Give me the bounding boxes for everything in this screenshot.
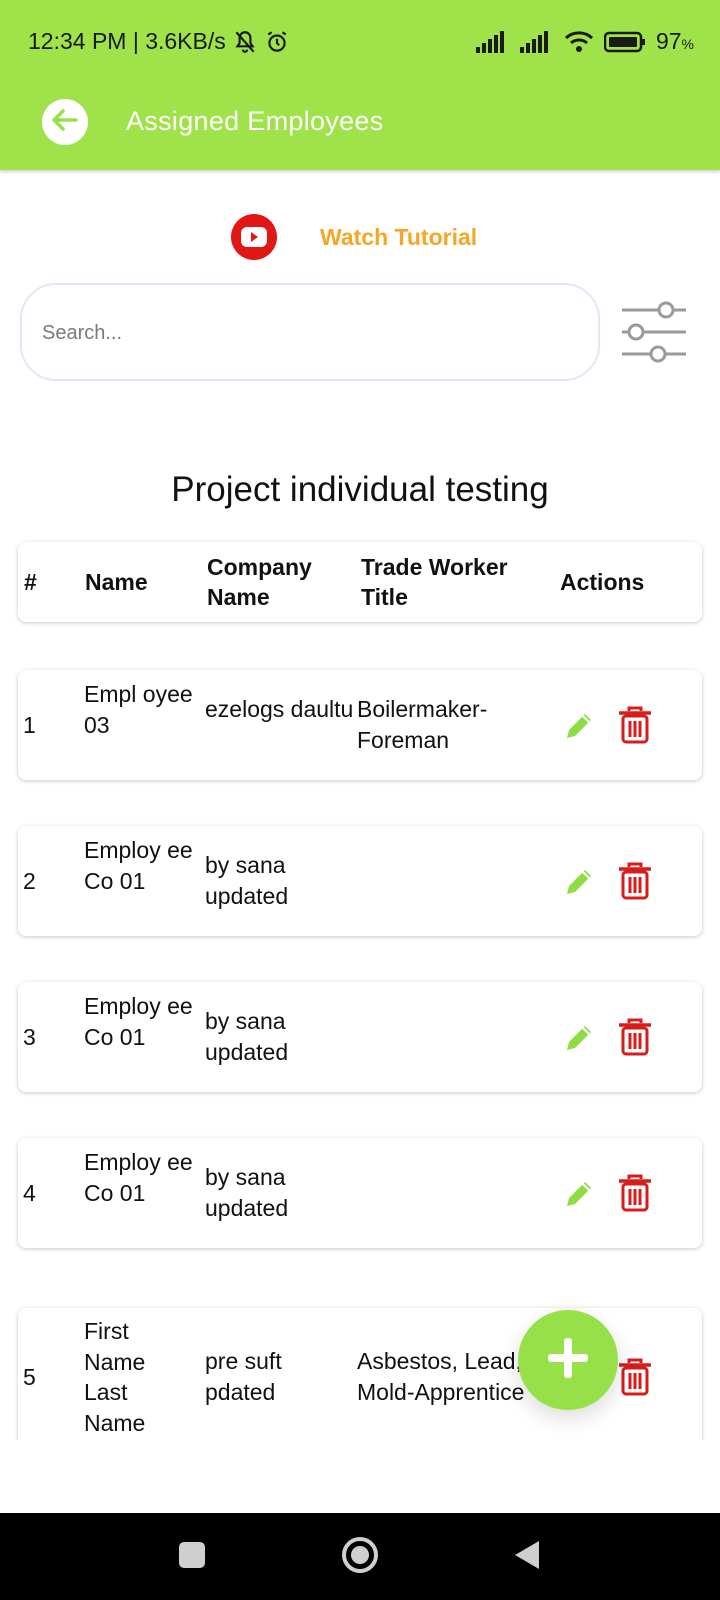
row-name: First Name Last Name [84, 1318, 146, 1436]
row-company: ezelogs daultu [205, 696, 354, 722]
row-company: by sana updated [205, 1008, 289, 1065]
page-title: Assigned Employees [126, 106, 384, 136]
table-row: 4 Employ ee Co 01 by sana updated [18, 1138, 702, 1248]
home-button[interactable] [338, 1535, 382, 1579]
watch-tutorial-label: Watch Tutorial [320, 223, 478, 250]
status-time: 12:34 PM | 3.6KB/s [28, 28, 226, 54]
delete-button[interactable] [618, 1018, 652, 1056]
row-company: pre suft pdated [205, 1348, 282, 1405]
home-circle-icon [340, 1535, 380, 1580]
row-company: by sana updated [205, 1164, 289, 1221]
row-num: 1 [23, 712, 36, 738]
plus-icon [546, 1336, 590, 1385]
status-right: 97% [475, 28, 694, 55]
employee-list: 1 Empl oyee 03 ezelogs daultu Boilermake… [0, 660, 720, 1440]
wifi-icon [564, 30, 594, 54]
system-nav-bar [0, 1513, 720, 1600]
row-num: 3 [23, 1024, 36, 1050]
header-name: Name [85, 569, 148, 595]
search-box [20, 283, 600, 381]
delete-button[interactable] [618, 706, 652, 744]
row-num: 5 [23, 1364, 36, 1390]
battery-level: 97% [655, 28, 694, 54]
header-num: # [24, 569, 37, 595]
project-title: Project individual testing [171, 470, 549, 509]
pencil-icon [561, 1026, 597, 1060]
youtube-icon [231, 214, 277, 260]
table-row: 2 Employ ee Co 01 by sana updated [18, 826, 702, 936]
pencil-icon [561, 870, 597, 904]
signal-icon [475, 30, 510, 53]
alarm-icon [264, 29, 290, 55]
battery-icon [603, 31, 646, 53]
header-company: Company Name [207, 554, 312, 610]
row-name: Employ ee Co 01 [84, 1149, 193, 1206]
table-row: 1 Empl oyee 03 ezelogs daultu Boilermake… [18, 670, 702, 780]
status-bar: 12:34 PM | 3.6KB/s 97% [0, 0, 720, 84]
delete-button[interactable] [618, 862, 652, 900]
signal-icon-2 [519, 30, 554, 53]
row-num: 2 [23, 868, 36, 894]
delete-button[interactable] [618, 1358, 652, 1396]
square-icon [178, 1541, 206, 1574]
trash-icon [618, 1174, 652, 1216]
delete-button[interactable] [618, 1174, 652, 1212]
back-nav-button[interactable] [506, 1535, 550, 1579]
header-trade: Trade Worker Title [361, 554, 508, 610]
table-row: 3 Employ ee Co 01 by sana updated [18, 982, 702, 1092]
edit-button[interactable] [561, 708, 597, 744]
back-button[interactable] [42, 99, 88, 145]
trash-icon [618, 862, 652, 904]
add-employee-button[interactable] [518, 1310, 618, 1410]
trash-icon [618, 1358, 652, 1400]
recents-button[interactable] [170, 1535, 214, 1579]
arrow-left-icon [49, 104, 81, 141]
header-actions: Actions [560, 569, 645, 595]
edit-button[interactable] [561, 1020, 597, 1056]
trash-icon [618, 1018, 652, 1060]
trash-icon [618, 706, 652, 748]
watch-tutorial-button[interactable]: Watch Tutorial [231, 214, 477, 260]
row-num: 4 [23, 1180, 36, 1206]
edit-button[interactable] [561, 864, 597, 900]
sliders-icon [618, 301, 690, 372]
table-header: # Name Company Name Trade Worker Title A… [18, 542, 702, 622]
row-name: Employ ee Co 01 [84, 837, 193, 894]
app-bar: Assigned Employees [0, 84, 720, 170]
muted-bell-icon [232, 29, 258, 55]
row-name: Employ ee Co 01 [84, 993, 193, 1050]
pencil-icon [561, 1182, 597, 1216]
pencil-icon [561, 714, 597, 748]
edit-button[interactable] [561, 1176, 597, 1212]
row-trade: Boilermaker-Foreman [357, 696, 488, 753]
row-company: by sana updated [205, 852, 289, 909]
row-name: Empl oyee 03 [84, 681, 193, 738]
filter-button[interactable] [618, 296, 690, 368]
status-left: 12:34 PM | 3.6KB/s [28, 28, 290, 55]
search-input[interactable] [42, 315, 562, 351]
triangle-back-icon [513, 1539, 543, 1576]
